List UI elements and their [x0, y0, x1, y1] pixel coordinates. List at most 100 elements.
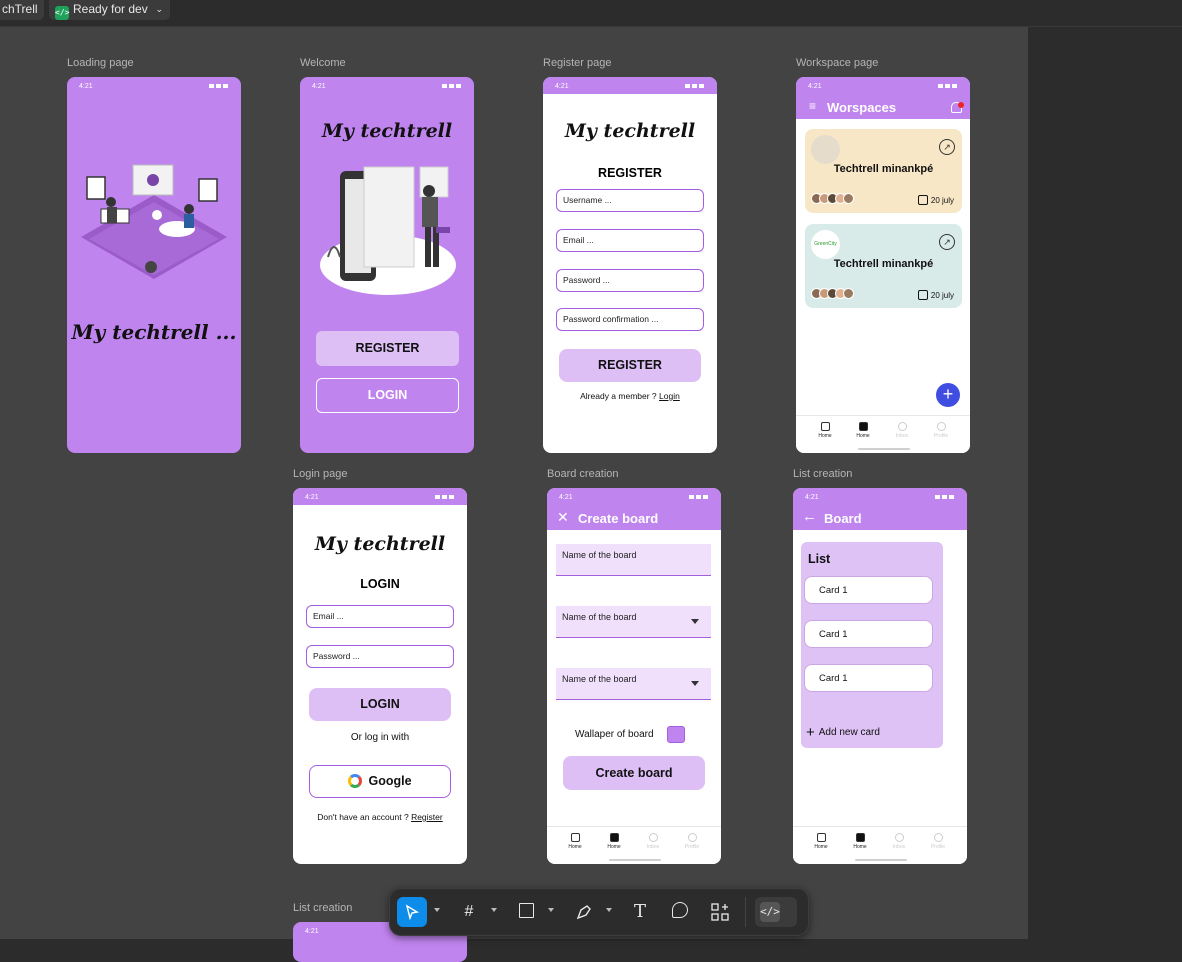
dev-status-dropdown[interactable]: </> Ready for dev ⌄ [49, 0, 170, 20]
chevron-down-icon[interactable] [548, 908, 554, 912]
frame-label-loading[interactable]: Loading page [67, 57, 134, 69]
pen-tool[interactable] [569, 897, 599, 927]
home-icon [570, 833, 580, 842]
board-select-2[interactable]: Name of the board [556, 668, 711, 700]
frame-label-workspace[interactable]: Workspace page [796, 57, 878, 69]
password-input[interactable]: Password ... [556, 269, 704, 292]
register-button[interactable]: REGISTER [316, 331, 459, 366]
frame-list-creation[interactable]: 4:21 ← Board List Card 1 Card 1 Card 1 +… [793, 488, 967, 864]
nav-boards[interactable]: Home [599, 833, 629, 850]
add-card-button[interactable]: + Add new card [806, 724, 880, 741]
chevron-down-icon[interactable] [434, 908, 440, 912]
nav-home[interactable]: Home [810, 422, 840, 439]
file-name[interactable]: chTrell [0, 0, 44, 20]
workspace-card[interactable]: GreenCity ↗ Techtrell minankpé 20 july [805, 224, 962, 308]
nav-home[interactable]: Home [806, 833, 836, 850]
status-time: 4:21 [79, 83, 93, 90]
workspace-date: 20 july [917, 290, 954, 300]
list-panel[interactable]: List Card 1 Card 1 Card 1 + Add new card [801, 542, 943, 748]
nav-profile[interactable]: Profile [677, 833, 707, 850]
open-arrow-icon[interactable]: ↗ [939, 234, 955, 250]
frame-welcome[interactable]: 4:21 My techtrell REGISTER LOGIN [300, 77, 474, 453]
list-card[interactable]: Card 1 [804, 664, 933, 692]
page-title: Board [824, 511, 862, 526]
pen-icon [576, 905, 591, 920]
frame-label-register[interactable]: Register page [543, 57, 612, 69]
nav-label: Home [818, 433, 832, 439]
signal-icon [440, 83, 464, 88]
office-illustration [81, 164, 227, 279]
login-submit-button[interactable]: LOGIN [309, 688, 451, 721]
password-confirm-input[interactable]: Password confirmation ... [556, 308, 704, 331]
text-tool[interactable]: T [625, 897, 655, 927]
google-login-button[interactable]: Google [309, 765, 451, 798]
list-card[interactable]: Card 1 [804, 620, 933, 648]
shape-tool[interactable] [511, 897, 541, 927]
move-tool[interactable] [397, 897, 427, 927]
workspace-card[interactable]: ↗ Techtrell minankpé 20 july [805, 129, 962, 213]
add-workspace-fab[interactable]: + [936, 383, 960, 407]
login-button[interactable]: LOGIN [316, 378, 459, 413]
login-link[interactable]: Login [659, 391, 680, 401]
password-input[interactable]: Password ... [306, 645, 454, 668]
open-arrow-icon[interactable]: ↗ [939, 139, 955, 155]
nav-boards[interactable]: Home [848, 422, 878, 439]
status-time: 4:21 [312, 83, 326, 90]
frame-board-creation[interactable]: 4:21 ✕ Create board Name of the board Na… [547, 488, 721, 864]
board-name-input[interactable]: Name of the board [556, 544, 711, 576]
file-name-label: chTrell [2, 2, 38, 16]
frame-workspace[interactable]: 4:21 ≡ Worspaces ↗ Techtrell minankpé 20… [796, 77, 970, 453]
nav-profile[interactable]: Profile [923, 833, 953, 850]
signal-icon [683, 83, 707, 88]
frame-label-list-2[interactable]: List creation [293, 902, 352, 914]
register-submit-button[interactable]: REGISTER [559, 349, 701, 382]
dev-mode-toggle[interactable]: </> [755, 897, 797, 927]
wallpaper-color-swatch[interactable] [667, 726, 685, 743]
username-input[interactable]: Username ... [556, 189, 704, 212]
register-link[interactable]: Register [411, 812, 443, 822]
frame-loading[interactable]: 4:21 My techtrell ... [67, 77, 241, 453]
frame-tool[interactable]: # [454, 897, 484, 927]
app-bar: 4:21 ← Board [793, 488, 967, 530]
status-bar: 4:21 [67, 77, 241, 94]
nav-inbox[interactable]: Inbox [887, 422, 917, 439]
nav-label: Profile [684, 844, 700, 850]
board-select-1[interactable]: Name of the board [556, 606, 711, 638]
frame-label-board[interactable]: Board creation [547, 468, 619, 480]
frame-label-login[interactable]: Login page [293, 468, 347, 480]
nav-label: Profile [930, 844, 946, 850]
chevron-down-icon[interactable] [606, 908, 612, 912]
close-icon[interactable]: ✕ [557, 509, 569, 526]
back-arrow-icon[interactable]: ← [802, 508, 817, 525]
nav-inbox[interactable]: Inbox [884, 833, 914, 850]
list-card[interactable]: Card 1 [804, 576, 933, 604]
components-tool[interactable] [705, 897, 735, 927]
nav-profile[interactable]: Profile [926, 422, 956, 439]
nav-home[interactable]: Home [560, 833, 590, 850]
email-input[interactable]: Email ... [556, 229, 704, 252]
status-time: 4:21 [555, 83, 569, 90]
design-canvas[interactable]: Loading page 4:21 My techtrell ... Welco… [0, 27, 1028, 962]
nav-boards[interactable]: Home [845, 833, 875, 850]
frame-label-welcome[interactable]: Welcome [300, 57, 346, 69]
signal-icon [933, 494, 957, 499]
code-icon: </> [55, 6, 69, 20]
date-label: 20 july [930, 291, 954, 300]
nav-label: Home [814, 844, 828, 850]
nav-label: Profile [933, 433, 949, 439]
or-login-text: Or log in with [350, 732, 410, 743]
status-time: 4:21 [305, 928, 319, 935]
create-board-button[interactable]: Create board [563, 756, 705, 790]
workspace-date: 20 july [917, 195, 954, 205]
cursor-icon [405, 904, 420, 921]
toolbar-separator [745, 897, 746, 927]
frame-label-list[interactable]: List creation [793, 468, 852, 480]
signal-icon [207, 83, 231, 88]
menu-icon[interactable]: ≡ [809, 100, 816, 112]
email-input[interactable]: Email ... [306, 605, 454, 628]
frame-login[interactable]: 4:21 My techtrell LOGIN Email ... Passwo… [293, 488, 467, 864]
frame-register[interactable]: 4:21 My techtrell REGISTER Username ... … [543, 77, 717, 453]
comment-tool[interactable] [665, 897, 695, 927]
nav-inbox[interactable]: Inbox [638, 833, 668, 850]
chevron-down-icon[interactable] [491, 908, 497, 912]
